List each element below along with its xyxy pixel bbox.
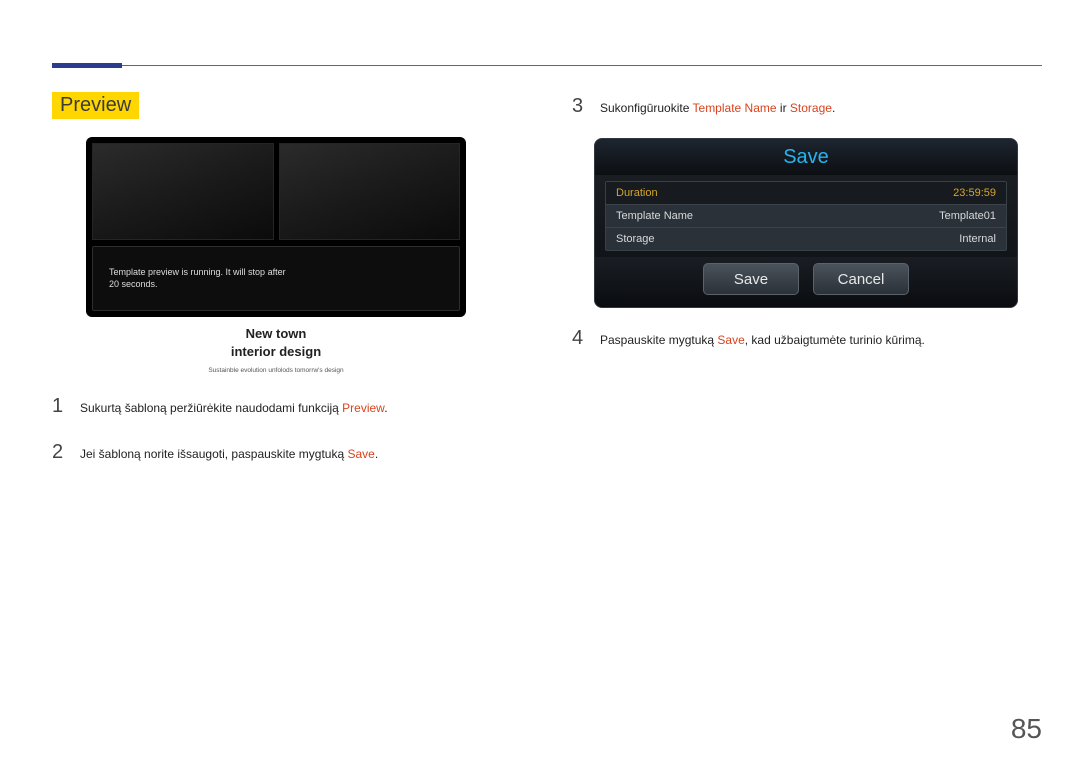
caption-line1: New town [246,326,307,341]
step-4-num: 4 [572,324,586,352]
step-4-post: , kad užbaigtumėte turinio kūrimą. [745,333,925,347]
right-column: 3 Sukonfigūruokite Template Name ir Stor… [572,92,1042,484]
step-3-num: 3 [572,92,586,120]
preview-panes [92,143,460,240]
save-row-duration-label: Duration [616,187,658,199]
save-row-storage[interactable]: Storage Internal [606,227,1006,250]
step-4-pre: Paspauskite mygtuką [600,333,717,347]
save-row-duration-value: 23:59:59 [953,187,996,199]
step-2-post: . [375,447,378,461]
step-3-hl1: Template Name [693,101,777,115]
preview-caption-sub: Sustainble evolution unfolods tomorrw's … [86,367,466,374]
save-row-storage-label: Storage [616,233,655,245]
step-2: 2 Jei šabloną norite išsaugoti, paspausk… [52,438,522,466]
save-dialog: Save Duration 23:59:59 Template Name Tem… [594,138,1018,308]
save-dialog-buttons: Save Cancel [595,257,1017,307]
step-3-text: Sukonfigūruokite Template Name ir Storag… [600,100,835,117]
step-3-pre: Sukonfigūruokite [600,101,693,115]
save-button[interactable]: Save [703,263,799,295]
preview-message-box: Template preview is running. It will sto… [92,246,460,311]
step-2-pre: Jei šabloną norite išsaugoti, paspauskit… [80,447,348,461]
save-dialog-list: Duration 23:59:59 Template Name Template… [605,181,1007,251]
save-dialog-title: Save [595,139,1017,175]
caption-line2: interior design [231,344,321,359]
save-row-storage-value: Internal [959,233,996,245]
preview-message-text: Template preview is running. It will sto… [109,267,286,290]
save-row-template-name[interactable]: Template Name Template01 [606,204,1006,227]
step-4-hl: Save [717,333,744,347]
save-row-template-name-label: Template Name [616,210,693,222]
top-rule [52,65,1042,66]
save-row-template-name-value: Template01 [939,210,996,222]
cancel-button[interactable]: Cancel [813,263,909,295]
save-row-duration[interactable]: Duration 23:59:59 [606,182,1006,204]
step-4: 4 Paspauskite mygtuką Save, kad užbaigtu… [572,324,1042,352]
left-column: Preview Template preview is running. It … [52,92,522,484]
content-columns: Preview Template preview is running. It … [52,92,1042,484]
preview-caption: New town interior design [86,325,466,361]
step-1-num: 1 [52,392,66,420]
preview-pane-right [279,143,461,240]
step-2-hl: Save [348,447,375,461]
step-3-post: . [832,101,835,115]
top-rule-accent [52,63,122,68]
page-number: 85 [1011,713,1042,745]
step-3: 3 Sukonfigūruokite Template Name ir Stor… [572,92,1042,120]
step-2-text: Jei šabloną norite išsaugoti, paspauskit… [80,446,378,463]
step-3-mid: ir [777,101,790,115]
preview-pane-left [92,143,274,240]
preview-device: Template preview is running. It will sto… [86,137,466,317]
step-1-text: Sukurtą šabloną peržiūrėkite naudodami f… [80,400,388,417]
step-1-pre: Sukurtą šabloną peržiūrėkite naudodami f… [80,401,342,415]
step-2-num: 2 [52,438,66,466]
section-title: Preview [52,92,139,119]
step-4-text: Paspauskite mygtuką Save, kad užbaigtumė… [600,332,925,349]
step-3-hl2: Storage [790,101,832,115]
step-1-hl: Preview [342,401,384,415]
step-1: 1 Sukurtą šabloną peržiūrėkite naudodami… [52,392,522,420]
step-1-post: . [384,401,387,415]
